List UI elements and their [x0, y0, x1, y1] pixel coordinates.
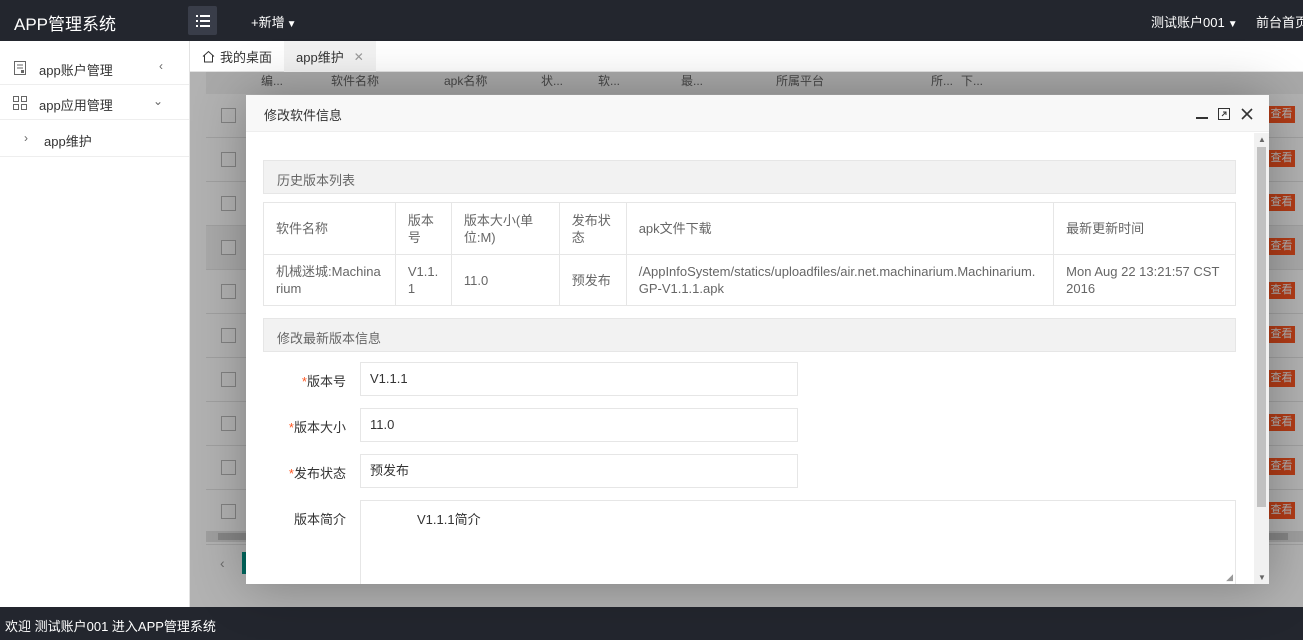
top-header: APP管理系统 +新增 ▼ 测试账户001 ▼ 前台首页: [0, 0, 1303, 41]
add-new-menu[interactable]: +新增 ▼: [251, 12, 297, 31]
add-new-label: +新增: [251, 15, 285, 30]
version-info-textarea[interactable]: V1.1.1简介 ◢: [360, 500, 1236, 584]
chevron-left-icon: ‹: [159, 59, 163, 73]
footer: 欢迎 测试账户001 进入APP管理系统: [0, 607, 1303, 640]
history-section-header: 历史版本列表: [263, 160, 1236, 194]
tab-bar: 我的桌面 app维护 ✕: [190, 41, 1303, 72]
tab-label: 我的桌面: [220, 50, 273, 65]
table-row: 机械迷城:Machinarium V1.1.1 11.0 预发布 /AppInf…: [263, 254, 1236, 306]
chevron-right-icon: ›: [24, 131, 28, 145]
update-time-cell: Mon Aug 22 13:21:57 CST 2016: [1053, 254, 1236, 306]
edit-section-header: 修改最新版本信息: [263, 318, 1236, 352]
maximize-icon[interactable]: [1218, 108, 1230, 120]
tab-app-maintenance[interactable]: app维护 ✕: [284, 41, 376, 72]
front-home-link[interactable]: 前台首页: [1256, 12, 1303, 31]
dialog-body: 历史版本列表 软件名称 版本号 版本大小(单位:M) 发布状态 apk文件下载 …: [246, 133, 1254, 584]
home-icon: [202, 50, 215, 63]
label-text: 发布状态: [293, 466, 346, 481]
app-logo: APP管理系统: [14, 15, 117, 34]
dialog-title-bar: 修改软件信息: [246, 95, 1269, 132]
sidebar: app账户管理 ‹ app应用管理 ⌄ › app维护: [0, 41, 190, 607]
sidebar-item-label: app账户管理: [39, 63, 113, 78]
column-header: 发布状态: [558, 202, 627, 255]
list-icon: [195, 14, 210, 27]
table-header-row: 软件名称 版本号 版本大小(单位:M) 发布状态 apk文件下载 最新更新时间: [263, 202, 1236, 255]
version-no-cell: V1.1.1: [394, 254, 452, 306]
tab-desktop[interactable]: 我的桌面: [202, 41, 272, 72]
dialog-vertical-scrollbar[interactable]: ▲ ▼: [1254, 133, 1269, 584]
software-name-cell: 机械迷城:Machinarium: [263, 254, 396, 306]
version-no-input[interactable]: V1.1.1: [360, 362, 798, 396]
account-menu[interactable]: 测试账户001 ▼: [1151, 12, 1238, 31]
publish-status-cell: 预发布: [558, 254, 627, 306]
column-header: 软件名称: [263, 202, 396, 255]
sidebar-subitem-label: app维护: [44, 134, 92, 149]
scroll-down-icon[interactable]: ▼: [1258, 573, 1266, 582]
version-size-cell: 11.0: [450, 254, 560, 306]
column-header: 最新更新时间: [1053, 202, 1236, 255]
account-name: 测试账户001: [1151, 15, 1225, 30]
minimize-icon[interactable]: [1196, 108, 1208, 120]
grid-icon: [13, 96, 27, 110]
sidebar-item-app-account[interactable]: app账户管理 ‹: [0, 50, 189, 85]
sidebar-subitem-app-maintenance[interactable]: › app维护: [0, 121, 189, 157]
menu-toggle-button[interactable]: [188, 6, 217, 35]
document-icon: [14, 61, 26, 75]
section-title: 修改最新版本信息: [277, 331, 382, 346]
version-no-row: *版本号 V1.1.1: [246, 362, 1254, 396]
publish-status-input[interactable]: 预发布: [360, 454, 798, 488]
scrollbar-thumb[interactable]: [1257, 147, 1266, 507]
sidebar-item-label: app应用管理: [39, 98, 113, 113]
label-text: 版本号: [306, 374, 346, 389]
section-title: 历史版本列表: [277, 173, 356, 188]
version-size-row: *版本大小 11.0: [246, 408, 1254, 442]
version-size-label: *版本大小: [289, 417, 346, 436]
publish-status-label: *发布状态: [289, 463, 346, 482]
version-no-label: *版本号: [302, 371, 346, 390]
apk-download-link[interactable]: /AppInfoSystem/statics/uploadfiles/air.n…: [625, 254, 1055, 306]
sidebar-item-app-management[interactable]: app应用管理 ⌄: [0, 85, 189, 120]
close-icon[interactable]: ✕: [354, 50, 364, 64]
caret-down-icon: ▼: [1227, 19, 1238, 30]
caret-down-icon: ▼: [286, 19, 297, 30]
version-info-label: 版本简介: [293, 512, 346, 527]
dialog-title: 修改软件信息: [264, 108, 343, 123]
column-header: 版本大小(单位:M): [450, 202, 560, 255]
tab-label: app维护: [296, 50, 344, 65]
column-header: apk文件下载: [625, 202, 1055, 255]
version-size-input[interactable]: 11.0: [360, 408, 798, 442]
scroll-up-icon[interactable]: ▲: [1258, 135, 1266, 144]
history-version-table: 软件名称 版本号 版本大小(单位:M) 发布状态 apk文件下载 最新更新时间 …: [263, 202, 1236, 306]
column-header: 版本号: [394, 202, 452, 255]
resize-grip-icon[interactable]: ◢: [1226, 572, 1233, 583]
welcome-text: 欢迎 测试账户001 进入APP管理系统: [5, 619, 216, 634]
publish-status-row: *发布状态 预发布: [246, 454, 1254, 488]
label-text: 版本大小: [293, 420, 346, 435]
close-icon[interactable]: [1241, 108, 1253, 120]
chevron-down-icon: ⌄: [152, 94, 163, 108]
textarea-value: V1.1.1简介: [417, 512, 481, 527]
edit-software-dialog: 修改软件信息 历史版本列表 软件名称 版本号 版本大小(单位:M) 发布状态 a…: [246, 95, 1269, 584]
